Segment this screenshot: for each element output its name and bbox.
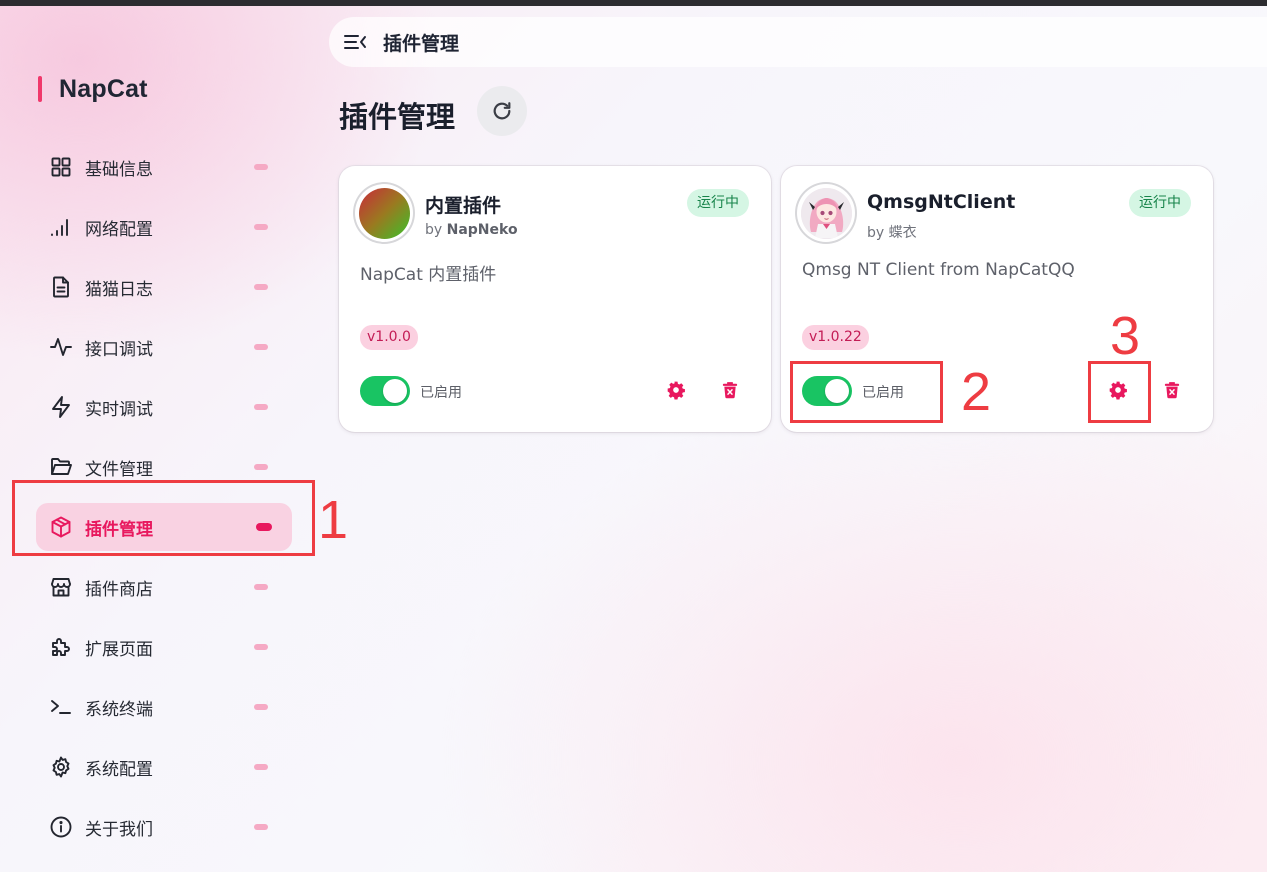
sidebar-item-indicator [254, 224, 268, 230]
plugin-avatar-image [800, 187, 852, 239]
sidebar-item-indicator [254, 404, 268, 410]
signal-icon [49, 215, 73, 239]
sidebar-item-extensions[interactable]: 扩展页面 [36, 623, 292, 671]
sidebar-item-label: 文件管理 [85, 459, 153, 480]
sidebar-item-label: 基础信息 [85, 159, 153, 180]
document-icon [49, 275, 73, 299]
brand: NapCat [38, 72, 148, 106]
sidebar-item-indicator [254, 764, 268, 770]
annotation-box-1 [12, 480, 315, 556]
plugin-author: by NapNeko [425, 222, 518, 238]
status-badge: 运行中 [1129, 189, 1191, 217]
version-badge: v1.0.0 [360, 325, 418, 350]
plugin-description: NapCat 内置插件 [360, 265, 497, 285]
menu-collapse-icon [344, 35, 366, 49]
sidebar-item-label: 扩展页面 [85, 639, 153, 660]
status-badge: 运行中 [687, 189, 749, 217]
sidebar-item-label: 猫猫日志 [85, 279, 153, 300]
sidebar-item-terminal[interactable]: 系统终端 [36, 683, 292, 731]
sidebar-item-basic-info[interactable]: 基础信息 [36, 143, 292, 191]
dashboard-icon [49, 155, 73, 179]
brand-name: NapCat [59, 74, 148, 103]
info-icon [49, 815, 73, 839]
version-badge: v1.0.22 [802, 325, 869, 350]
trash-icon [1164, 382, 1180, 399]
annotation-number-1: 1 [318, 490, 349, 550]
plugin-description: Qmsg NT Client from NapCatQQ [802, 260, 1075, 280]
sidebar-item-api-debug[interactable]: 接口调试 [36, 323, 292, 371]
sidebar-item-label: 网络配置 [85, 219, 153, 240]
brand-accent-bar [38, 76, 42, 102]
annotation-number-2: 2 [961, 362, 992, 422]
sidebar-item-system-config[interactable]: 系统配置 [36, 743, 292, 791]
plugin-name: 内置插件 [425, 195, 502, 217]
enable-toggle[interactable] [360, 376, 410, 406]
sidebar-item-realtime-debug[interactable]: 实时调试 [36, 383, 292, 431]
anime-character-illustration [800, 187, 852, 239]
sidebar-item-indicator [254, 464, 268, 470]
store-icon [49, 575, 73, 599]
page-title: 插件管理 [339, 100, 456, 134]
sidebar-item-indicator [254, 284, 268, 290]
sidebar-item-indicator [254, 584, 268, 590]
sidebar-item-network-config[interactable]: 网络配置 [36, 203, 292, 251]
author-prefix: by [867, 225, 889, 241]
plugin-delete-button[interactable] [1156, 374, 1188, 406]
refresh-icon [493, 102, 511, 120]
author-name: 蝶衣 [888, 225, 917, 241]
plugin-card: 内置插件 by NapNeko 运行中 NapCat 内置插件 v1.0.0 已… [339, 166, 771, 432]
refresh-button[interactable] [477, 86, 527, 136]
annotation-box-3 [1088, 361, 1151, 423]
author-prefix: by [425, 222, 447, 238]
collapse-sidebar-button[interactable] [341, 28, 369, 56]
sidebar-item-label: 实时调试 [85, 399, 153, 420]
plugin-settings-button[interactable] [660, 374, 692, 406]
folder-icon [49, 455, 73, 479]
sidebar-item-indicator [254, 644, 268, 650]
plugin-avatar [355, 184, 413, 242]
plugin-name: QmsgNtClient [867, 191, 1016, 213]
enable-toggle-label: 已启用 [420, 385, 462, 401]
sidebar-item-logs[interactable]: 猫猫日志 [36, 263, 292, 311]
sidebar-item-about[interactable]: 关于我们 [36, 803, 292, 851]
plugin-avatar [797, 184, 855, 242]
sidebar-item-label: 插件商店 [85, 579, 153, 600]
puzzle-icon [49, 635, 73, 659]
toggle-knob [383, 379, 407, 403]
plugin-delete-button[interactable] [714, 374, 746, 406]
lightning-icon [49, 395, 73, 419]
gear-icon [667, 381, 685, 400]
terminal-icon [49, 695, 73, 719]
author-name: NapNeko [446, 222, 518, 238]
sidebar-item-indicator [254, 704, 268, 710]
sidebar-item-indicator [254, 344, 268, 350]
sidebar-item-indicator [254, 164, 268, 170]
header-title: 插件管理 [383, 32, 460, 55]
activity-icon [49, 335, 73, 359]
sidebar-item-label: 系统终端 [85, 699, 153, 720]
gear-icon [49, 755, 73, 779]
sidebar-item-indicator [254, 824, 268, 830]
sidebar: NapCat 基础信息 网络配置 猫猫日志 接口调试 实时调试 文件管理 插件管… [0, 6, 318, 872]
annotation-box-2 [790, 361, 943, 423]
sidebar-item-label: 系统配置 [85, 759, 153, 780]
annotation-number-3: 3 [1110, 306, 1141, 366]
trash-icon [722, 382, 738, 399]
sidebar-item-plugin-store[interactable]: 插件商店 [36, 563, 292, 611]
sidebar-item-label: 接口调试 [85, 339, 153, 360]
sidebar-item-label: 关于我们 [85, 819, 153, 840]
plugin-avatar-image [358, 187, 410, 239]
plugin-author: by 蝶衣 [867, 222, 917, 242]
top-header: 插件管理 [329, 17, 1267, 67]
